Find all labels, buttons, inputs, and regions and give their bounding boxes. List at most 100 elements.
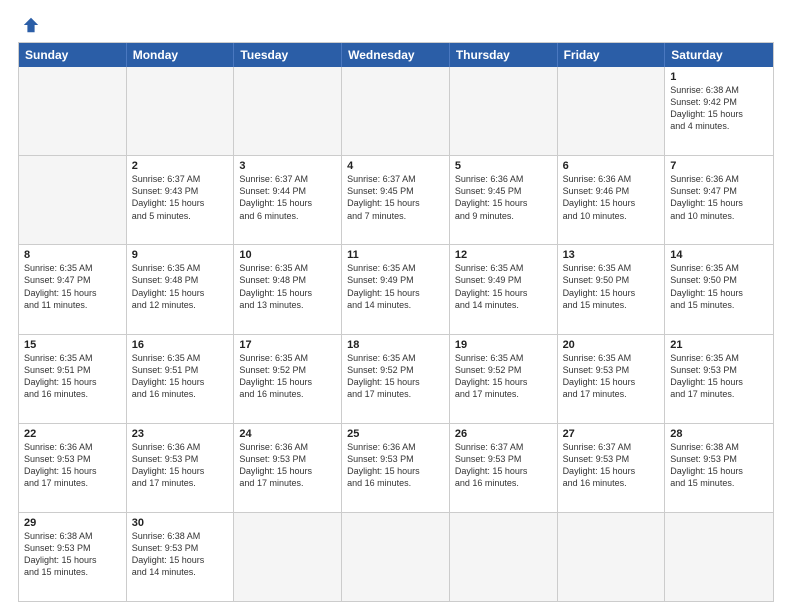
cell-info: Sunrise: 6:35 AM Sunset: 9:49 PM Dayligh… (347, 263, 420, 309)
day-number: 29 (24, 517, 121, 529)
day-number: 17 (239, 339, 336, 351)
calendar-cell: 5 Sunrise: 6:36 AM Sunset: 9:45 PM Daylig… (450, 156, 558, 244)
cell-info: Sunrise: 6:36 AM Sunset: 9:53 PM Dayligh… (132, 442, 205, 488)
calendar-cell: 28 Sunrise: 6:38 AM Sunset: 9:53 PM Dayli… (665, 424, 773, 512)
cell-info: Sunrise: 6:35 AM Sunset: 9:52 PM Dayligh… (239, 353, 312, 399)
calendar-cell: 1 Sunrise: 6:38 AM Sunset: 9:42 PM Daylig… (665, 67, 773, 155)
calendar-cell: 27Sunrise: 6:37 AM Sunset: 9:53 PM Dayli… (558, 424, 666, 512)
header-day-sunday: Sunday (19, 43, 127, 67)
cell-info: Sunrise: 6:38 AM Sunset: 9:53 PM Dayligh… (670, 442, 743, 488)
day-number: 10 (239, 249, 336, 261)
day-number: 22 (24, 428, 121, 440)
calendar-cell: 25Sunrise: 6:36 AM Sunset: 9:53 PM Dayli… (342, 424, 450, 512)
cell-info: Sunrise: 6:35 AM Sunset: 9:47 PM Dayligh… (24, 263, 97, 309)
cell-info: Sunrise: 6:38 AM Sunset: 9:42 PM Dayligh… (670, 85, 743, 131)
day-number: 6 (563, 160, 660, 172)
calendar-cell-empty (127, 67, 235, 155)
cell-info: Sunrise: 6:35 AM Sunset: 9:51 PM Dayligh… (132, 353, 205, 399)
calendar-cell: 12 Sunrise: 6:35 AM Sunset: 9:49 PM Dayli… (450, 245, 558, 333)
cell-info: Sunrise: 6:36 AM Sunset: 9:53 PM Dayligh… (239, 442, 312, 488)
calendar-cell: 22 Sunrise: 6:36 AM Sunset: 9:53 PM Dayli… (19, 424, 127, 512)
cell-info: Sunrise: 6:35 AM Sunset: 9:53 PM Dayligh… (563, 353, 636, 399)
calendar-row: 2 Sunrise: 6:37 AM Sunset: 9:43 PM Daylig… (19, 155, 773, 244)
calendar-cell: 7 Sunrise: 6:36 AM Sunset: 9:47 PM Daylig… (665, 156, 773, 244)
calendar-row: 15Sunrise: 6:35 AM Sunset: 9:51 PM Dayli… (19, 334, 773, 423)
day-number: 16 (132, 339, 229, 351)
cell-info: Sunrise: 6:36 AM Sunset: 9:45 PM Dayligh… (455, 174, 528, 220)
cell-info: Sunrise: 6:36 AM Sunset: 9:46 PM Dayligh… (563, 174, 636, 220)
day-number: 11 (347, 249, 444, 261)
logo-icon (22, 16, 40, 34)
calendar-cell: 13 Sunrise: 6:35 AM Sunset: 9:50 PM Dayli… (558, 245, 666, 333)
day-number: 14 (670, 249, 768, 261)
calendar-cell: 26 Sunrise: 6:37 AM Sunset: 9:53 PM Dayli… (450, 424, 558, 512)
calendar: SundayMondayTuesdayWednesdayThursdayFrid… (18, 42, 774, 602)
logo-area (18, 16, 40, 34)
header-day-friday: Friday (558, 43, 666, 67)
calendar-cell: 17 Sunrise: 6:35 AM Sunset: 9:52 PM Dayli… (234, 335, 342, 423)
cell-info: Sunrise: 6:38 AM Sunset: 9:53 PM Dayligh… (24, 531, 97, 577)
day-number: 20 (563, 339, 660, 351)
calendar-cell-empty (450, 67, 558, 155)
calendar-cell: 21Sunrise: 6:35 AM Sunset: 9:53 PM Dayli… (665, 335, 773, 423)
day-number: 9 (132, 249, 229, 261)
calendar-cell: 18Sunrise: 6:35 AM Sunset: 9:52 PM Dayli… (342, 335, 450, 423)
day-number: 26 (455, 428, 552, 440)
cell-info: Sunrise: 6:37 AM Sunset: 9:43 PM Dayligh… (132, 174, 205, 220)
day-number: 24 (239, 428, 336, 440)
header-day-saturday: Saturday (665, 43, 773, 67)
cell-info: Sunrise: 6:35 AM Sunset: 9:52 PM Dayligh… (347, 353, 420, 399)
cell-info: Sunrise: 6:37 AM Sunset: 9:53 PM Dayligh… (455, 442, 528, 488)
cell-info: Sunrise: 6:36 AM Sunset: 9:53 PM Dayligh… (24, 442, 97, 488)
calendar-cell: 6 Sunrise: 6:36 AM Sunset: 9:46 PM Daylig… (558, 156, 666, 244)
cell-info: Sunrise: 6:35 AM Sunset: 9:50 PM Dayligh… (670, 263, 743, 309)
calendar-cell: 2 Sunrise: 6:37 AM Sunset: 9:43 PM Daylig… (127, 156, 235, 244)
header-day-monday: Monday (127, 43, 235, 67)
calendar-cell: 23Sunrise: 6:36 AM Sunset: 9:53 PM Dayli… (127, 424, 235, 512)
header-day-tuesday: Tuesday (234, 43, 342, 67)
calendar-cell: 14 Sunrise: 6:35 AM Sunset: 9:50 PM Dayli… (665, 245, 773, 333)
day-number: 5 (455, 160, 552, 172)
calendar-header: SundayMondayTuesdayWednesdayThursdayFrid… (19, 43, 773, 67)
calendar-cell-empty (558, 513, 666, 601)
day-number: 30 (132, 517, 229, 529)
cell-info: Sunrise: 6:35 AM Sunset: 9:48 PM Dayligh… (239, 263, 312, 309)
cell-info: Sunrise: 6:35 AM Sunset: 9:51 PM Dayligh… (24, 353, 97, 399)
calendar-cell-empty (342, 67, 450, 155)
day-number: 4 (347, 160, 444, 172)
cell-info: Sunrise: 6:35 AM Sunset: 9:50 PM Dayligh… (563, 263, 636, 309)
day-number: 3 (239, 160, 336, 172)
header (18, 16, 774, 34)
calendar-cell-empty (342, 513, 450, 601)
calendar-cell: 9 Sunrise: 6:35 AM Sunset: 9:48 PM Daylig… (127, 245, 235, 333)
calendar-cell: 30Sunrise: 6:38 AM Sunset: 9:53 PM Dayli… (127, 513, 235, 601)
calendar-cell-empty (19, 156, 127, 244)
calendar-cell: 10 Sunrise: 6:35 AM Sunset: 9:48 PM Dayli… (234, 245, 342, 333)
calendar-cell-empty (558, 67, 666, 155)
calendar-cell: 20 Sunrise: 6:35 AM Sunset: 9:53 PM Dayli… (558, 335, 666, 423)
cell-info: Sunrise: 6:35 AM Sunset: 9:48 PM Dayligh… (132, 263, 205, 309)
calendar-row: 1 Sunrise: 6:38 AM Sunset: 9:42 PM Daylig… (19, 67, 773, 155)
calendar-cell-empty (19, 67, 127, 155)
calendar-cell: 11 Sunrise: 6:35 AM Sunset: 9:49 PM Dayli… (342, 245, 450, 333)
day-number: 19 (455, 339, 552, 351)
cell-info: Sunrise: 6:35 AM Sunset: 9:49 PM Dayligh… (455, 263, 528, 309)
calendar-cell-empty (234, 513, 342, 601)
calendar-row: 29 Sunrise: 6:38 AM Sunset: 9:53 PM Dayli… (19, 512, 773, 601)
day-number: 1 (670, 71, 768, 83)
cell-info: Sunrise: 6:35 AM Sunset: 9:52 PM Dayligh… (455, 353, 528, 399)
calendar-cell: 24 Sunrise: 6:36 AM Sunset: 9:53 PM Dayli… (234, 424, 342, 512)
calendar-cell: 15Sunrise: 6:35 AM Sunset: 9:51 PM Dayli… (19, 335, 127, 423)
cell-info: Sunrise: 6:36 AM Sunset: 9:47 PM Dayligh… (670, 174, 743, 220)
day-number: 12 (455, 249, 552, 261)
header-day-wednesday: Wednesday (342, 43, 450, 67)
day-number: 21 (670, 339, 768, 351)
day-number: 2 (132, 160, 229, 172)
day-number: 13 (563, 249, 660, 261)
day-number: 28 (670, 428, 768, 440)
calendar-body: 1 Sunrise: 6:38 AM Sunset: 9:42 PM Daylig… (19, 67, 773, 601)
calendar-cell-empty (234, 67, 342, 155)
day-number: 7 (670, 160, 768, 172)
calendar-cell: 8Sunrise: 6:35 AM Sunset: 9:47 PM Daylig… (19, 245, 127, 333)
calendar-row: 22 Sunrise: 6:36 AM Sunset: 9:53 PM Dayli… (19, 423, 773, 512)
